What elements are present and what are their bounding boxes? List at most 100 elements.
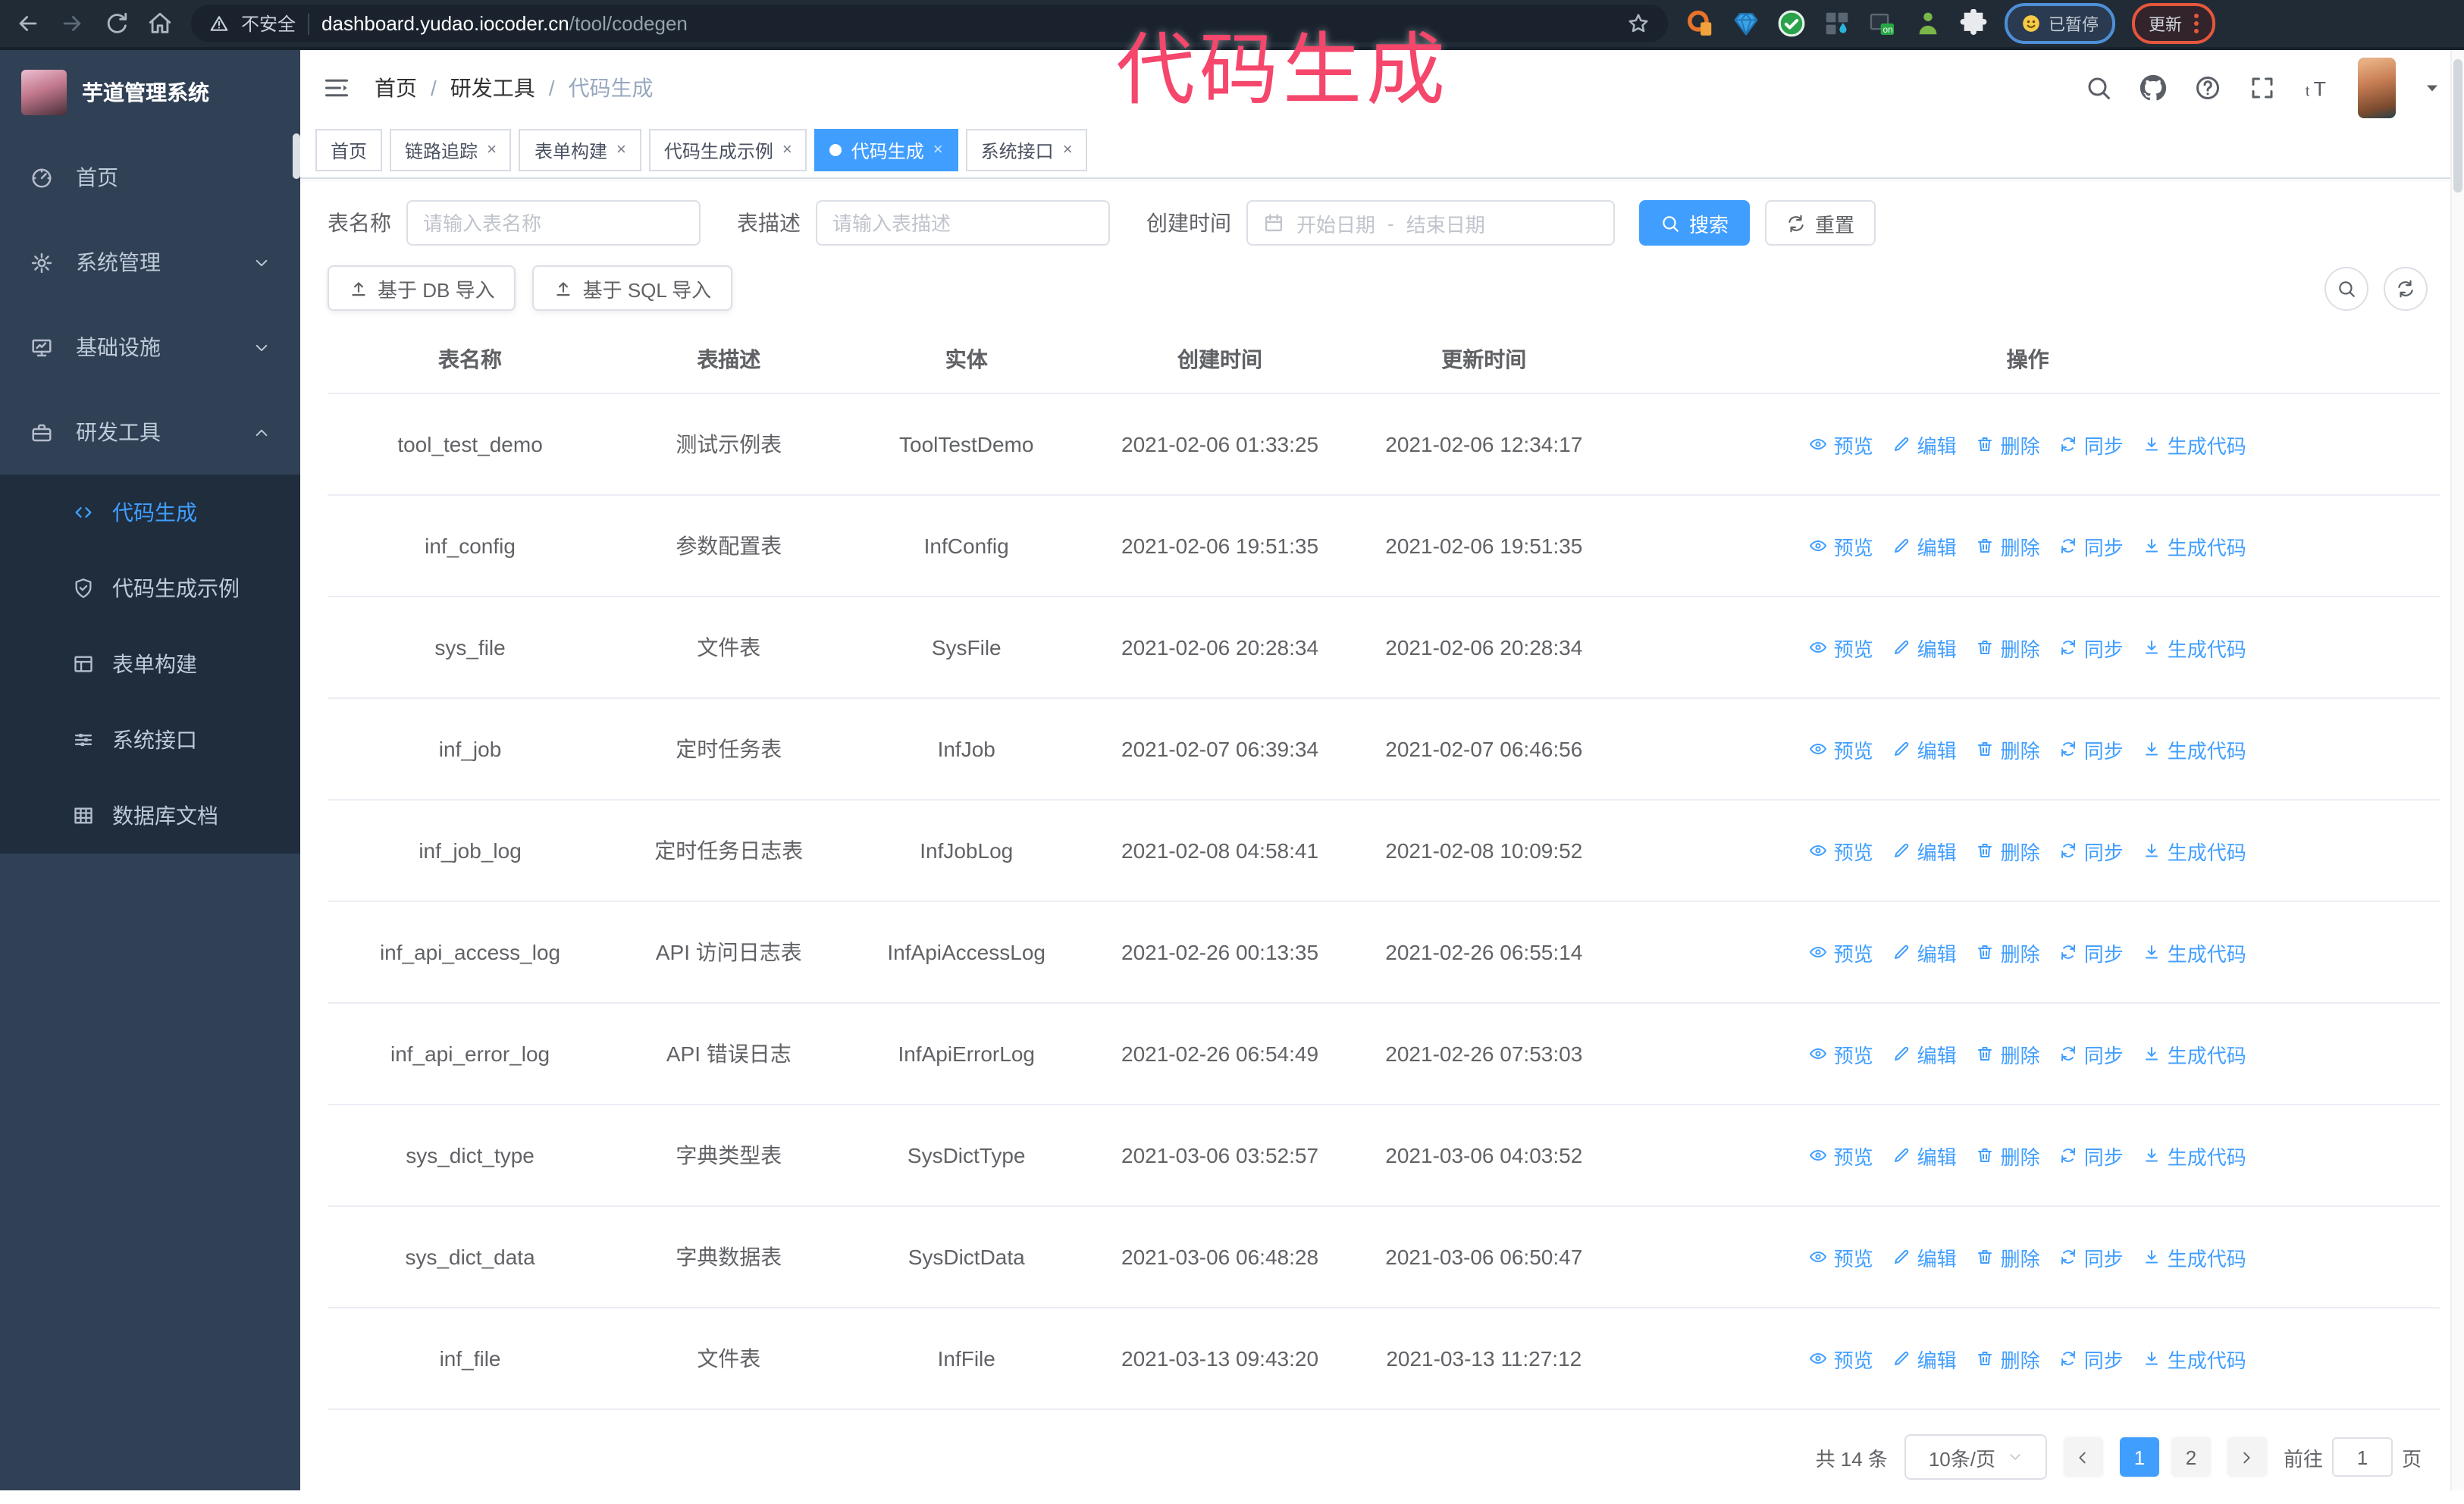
- tab-close-icon[interactable]: ×: [782, 141, 792, 158]
- delete-action-link[interactable]: 删除: [1977, 1344, 2040, 1373]
- db-import-button[interactable]: 基于 DB 导入: [328, 265, 516, 311]
- generate-code-action-link[interactable]: 生成代码: [2143, 735, 2246, 763]
- extension-on-box-icon[interactable]: on: [1868, 9, 1897, 38]
- sidebar-scrollbar-thumb[interactable]: [293, 133, 300, 179]
- tab-home[interactable]: 首页: [315, 129, 383, 171]
- next-page-button[interactable]: [2227, 1437, 2267, 1477]
- hamburger-icon[interactable]: [323, 74, 350, 102]
- generate-code-action-link[interactable]: 生成代码: [2143, 836, 2246, 865]
- help-icon[interactable]: [2194, 74, 2221, 102]
- toggle-search-button[interactable]: [2324, 266, 2368, 310]
- edit-action-link[interactable]: 编辑: [1893, 735, 1957, 763]
- sync-action-link[interactable]: 同步: [2060, 1039, 2124, 1068]
- browser-menu-kebab-icon[interactable]: [2194, 14, 2199, 33]
- sidebar-item-infrastructure[interactable]: 基础设施: [0, 305, 300, 390]
- delete-action-link[interactable]: 删除: [1977, 1141, 2040, 1170]
- tab-form-builder[interactable]: 表单构建 ×: [519, 129, 641, 171]
- extension-check-badge-icon[interactable]: [1777, 9, 1806, 38]
- preview-action-link[interactable]: 预览: [1810, 430, 1873, 459]
- search-button[interactable]: 搜索: [1639, 200, 1751, 246]
- github-icon[interactable]: [2140, 74, 2167, 102]
- address-bar[interactable]: 不安全 dashboard.yudao.iocoder.cn/tool/code…: [191, 5, 1668, 42]
- extension-grid-drop-icon[interactable]: [1823, 9, 1851, 38]
- home-icon[interactable]: [147, 11, 173, 36]
- edit-action-link[interactable]: 编辑: [1893, 1039, 1957, 1068]
- tab-close-icon[interactable]: ×: [487, 141, 497, 158]
- generate-code-action-link[interactable]: 生成代码: [2143, 1039, 2246, 1068]
- sidebar-item-dev-tools[interactable]: 研发工具: [0, 390, 300, 475]
- paused-badge[interactable]: 已暂停: [2005, 3, 2115, 44]
- tab-codegen[interactable]: 代码生成 ×: [814, 129, 958, 171]
- generate-code-action-link[interactable]: 生成代码: [2143, 531, 2246, 560]
- sidebar-subitem-system-api[interactable]: 系统接口: [0, 702, 300, 778]
- delete-action-link[interactable]: 删除: [1977, 735, 2040, 763]
- table-name-input[interactable]: [406, 200, 701, 246]
- sync-action-link[interactable]: 同步: [2060, 633, 2124, 662]
- preview-action-link[interactable]: 预览: [1810, 1344, 1873, 1373]
- sidebar-logo-row[interactable]: 芋道管理系统: [0, 50, 300, 135]
- tab-close-icon[interactable]: ×: [616, 141, 626, 158]
- sync-action-link[interactable]: 同步: [2060, 938, 2124, 967]
- extensions-puzzle-icon[interactable]: [1959, 9, 1988, 38]
- back-icon[interactable]: [15, 11, 41, 36]
- preview-action-link[interactable]: 预览: [1810, 1039, 1873, 1068]
- breadcrumb-item[interactable]: 首页: [375, 73, 417, 103]
- edit-action-link[interactable]: 编辑: [1893, 1141, 1957, 1170]
- sidebar-item-system-mgmt[interactable]: 系统管理: [0, 220, 300, 305]
- generate-code-action-link[interactable]: 生成代码: [2143, 1344, 2246, 1373]
- tab-tracing[interactable]: 链路追踪 ×: [390, 129, 512, 171]
- goto-page-input[interactable]: [2331, 1437, 2393, 1477]
- preview-action-link[interactable]: 预览: [1810, 1242, 1873, 1271]
- page-scrollbar[interactable]: [2450, 50, 2464, 1490]
- sidebar-subitem-codegen[interactable]: 代码生成: [0, 475, 300, 550]
- delete-action-link[interactable]: 删除: [1977, 1242, 2040, 1271]
- sync-action-link[interactable]: 同步: [2060, 430, 2124, 459]
- preview-action-link[interactable]: 预览: [1810, 735, 1873, 763]
- sidebar-item-home[interactable]: 首页: [0, 135, 300, 220]
- sidebar-subitem-form-builder[interactable]: 表单构建: [0, 626, 300, 702]
- delete-action-link[interactable]: 删除: [1977, 633, 2040, 662]
- generate-code-action-link[interactable]: 生成代码: [2143, 430, 2246, 459]
- reset-button[interactable]: 重置: [1765, 200, 1876, 246]
- delete-action-link[interactable]: 删除: [1977, 430, 2040, 459]
- edit-action-link[interactable]: 编辑: [1893, 938, 1957, 967]
- generate-code-action-link[interactable]: 生成代码: [2143, 938, 2246, 967]
- table-desc-input[interactable]: [816, 200, 1110, 246]
- breadcrumb-item[interactable]: 研发工具: [450, 73, 535, 103]
- date-range-picker[interactable]: 开始日期 - 结束日期: [1246, 200, 1615, 246]
- delete-action-link[interactable]: 删除: [1977, 938, 2040, 967]
- tab-close-icon[interactable]: ×: [933, 141, 943, 158]
- page-scrollbar-thumb[interactable]: [2453, 59, 2462, 193]
- preview-action-link[interactable]: 预览: [1810, 836, 1873, 865]
- tab-close-icon[interactable]: ×: [1063, 141, 1073, 158]
- update-button[interactable]: 更新: [2132, 3, 2215, 44]
- forward-icon[interactable]: [59, 11, 85, 36]
- page-button-2[interactable]: 2: [2171, 1437, 2211, 1477]
- sync-action-link[interactable]: 同步: [2060, 1141, 2124, 1170]
- preview-action-link[interactable]: 预览: [1810, 1141, 1873, 1170]
- sidebar-subitem-db-doc[interactable]: 数据库文档: [0, 778, 300, 854]
- sync-action-link[interactable]: 同步: [2060, 1344, 2124, 1373]
- edit-action-link[interactable]: 编辑: [1893, 633, 1957, 662]
- sync-action-link[interactable]: 同步: [2060, 531, 2124, 560]
- tab-codegen-example[interactable]: 代码生成示例 ×: [648, 129, 807, 171]
- page-button-1[interactable]: 1: [2119, 1437, 2159, 1477]
- search-icon[interactable]: [2085, 74, 2112, 102]
- refresh-table-button[interactable]: [2384, 266, 2428, 310]
- preview-action-link[interactable]: 预览: [1810, 531, 1873, 560]
- prev-page-button[interactable]: [2063, 1437, 2103, 1477]
- delete-action-link[interactable]: 删除: [1977, 836, 2040, 865]
- delete-action-link[interactable]: 删除: [1977, 1039, 2040, 1068]
- edit-action-link[interactable]: 编辑: [1893, 430, 1957, 459]
- edit-action-link[interactable]: 编辑: [1893, 531, 1957, 560]
- sync-action-link[interactable]: 同步: [2060, 1242, 2124, 1271]
- sync-action-link[interactable]: 同步: [2060, 836, 2124, 865]
- sql-import-button[interactable]: 基于 SQL 导入: [532, 265, 733, 311]
- extension-orange-icon[interactable]: [1686, 9, 1715, 38]
- generate-code-action-link[interactable]: 生成代码: [2143, 1242, 2246, 1271]
- bookmark-star-icon[interactable]: [1627, 12, 1650, 35]
- generate-code-action-link[interactable]: 生成代码: [2143, 1141, 2246, 1170]
- preview-action-link[interactable]: 预览: [1810, 938, 1873, 967]
- delete-action-link[interactable]: 删除: [1977, 531, 2040, 560]
- tab-system-api[interactable]: 系统接口 ×: [965, 129, 1088, 171]
